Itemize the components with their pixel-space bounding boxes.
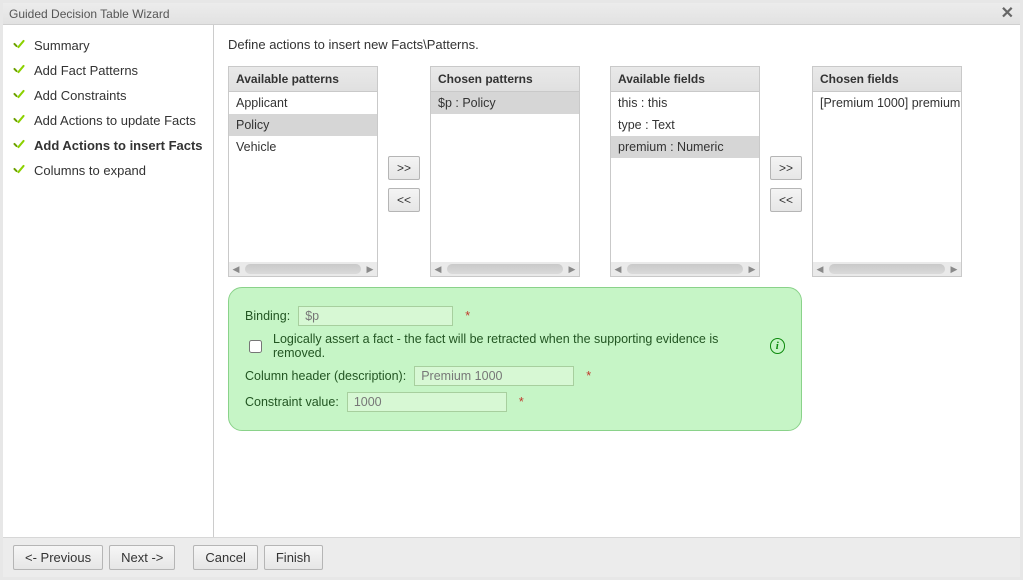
wizard-window: Guided Decision Table Wizard ✕ Summary A…: [0, 0, 1023, 580]
window-title: Guided Decision Table Wizard: [9, 7, 170, 21]
scroll-track[interactable]: [245, 264, 361, 274]
column-header-label: Column header (description):: [245, 369, 406, 383]
available-patterns-list: Available patterns Applicant Policy Vehi…: [228, 66, 378, 277]
required-marker: *: [586, 369, 591, 383]
horizontal-scrollbar[interactable]: ◀ ▶: [431, 262, 579, 276]
wizard-steps-sidebar: Summary Add Fact Patterns Add Constraint…: [3, 25, 213, 537]
info-icon[interactable]: i: [770, 338, 785, 354]
required-marker: *: [519, 395, 524, 409]
scroll-right-icon[interactable]: ▶: [745, 262, 759, 276]
constraint-value-input[interactable]: [347, 392, 507, 412]
scroll-track[interactable]: [447, 264, 563, 274]
finish-button[interactable]: Finish: [264, 545, 323, 570]
check-icon: [13, 65, 27, 77]
required-marker: *: [465, 309, 470, 323]
scroll-left-icon[interactable]: ◀: [229, 262, 243, 276]
step-label: Summary: [34, 38, 90, 53]
step-columns-expand[interactable]: Columns to expand: [11, 158, 205, 183]
check-icon: [13, 90, 27, 102]
scroll-left-icon[interactable]: ◀: [431, 262, 445, 276]
step-summary[interactable]: Summary: [11, 33, 205, 58]
step-add-constraints[interactable]: Add Constraints: [11, 83, 205, 108]
logical-assert-checkbox[interactable]: [249, 340, 262, 353]
check-icon: [13, 165, 27, 177]
scroll-left-icon[interactable]: ◀: [611, 262, 625, 276]
wizard-main-panel: Define actions to insert new Facts\Patte…: [214, 25, 1020, 537]
remove-field-button[interactable]: <<: [770, 188, 802, 212]
close-icon[interactable]: ✕: [1001, 6, 1014, 22]
remove-pattern-button[interactable]: <<: [388, 188, 420, 212]
scroll-track[interactable]: [829, 264, 945, 274]
add-field-button[interactable]: >>: [770, 156, 802, 180]
binding-input[interactable]: [298, 306, 453, 326]
check-icon: [13, 115, 27, 127]
cancel-button[interactable]: Cancel: [193, 545, 257, 570]
list-item[interactable]: this : this: [611, 92, 759, 114]
scroll-right-icon[interactable]: ▶: [565, 262, 579, 276]
pattern-transfer-buttons: >> <<: [388, 156, 420, 212]
scroll-track[interactable]: [627, 264, 743, 274]
list-item[interactable]: [Premium 1000] premium: [813, 92, 961, 114]
available-fields-list: Available fields this : this type : Text…: [610, 66, 760, 277]
list-item[interactable]: Applicant: [229, 92, 377, 114]
chosen-fields-list: Chosen fields [Premium 1000] premium ◀ ▶: [812, 66, 962, 277]
step-label: Add Actions to update Facts: [34, 113, 196, 128]
list-item[interactable]: $p : Policy: [431, 92, 579, 114]
list-header: Chosen patterns: [430, 66, 580, 92]
step-add-actions-update[interactable]: Add Actions to update Facts: [11, 108, 205, 133]
list-header: Available patterns: [228, 66, 378, 92]
list-item[interactable]: premium : Numeric: [611, 136, 759, 158]
step-add-fact-patterns[interactable]: Add Fact Patterns: [11, 58, 205, 83]
previous-button[interactable]: <- Previous: [13, 545, 103, 570]
chosen-patterns-list: Chosen patterns $p : Policy ◀ ▶: [430, 66, 580, 277]
title-bar: Guided Decision Table Wizard ✕: [3, 3, 1020, 25]
column-header-input[interactable]: [414, 366, 574, 386]
action-properties-panel: Binding: * Logically assert a fact - the…: [228, 287, 802, 431]
scroll-right-icon[interactable]: ▶: [947, 262, 961, 276]
horizontal-scrollbar[interactable]: ◀ ▶: [813, 262, 961, 276]
scroll-right-icon[interactable]: ▶: [363, 262, 377, 276]
next-button[interactable]: Next ->: [109, 545, 175, 570]
step-label: Add Actions to insert Facts: [34, 138, 203, 153]
list-item[interactable]: Vehicle: [229, 136, 377, 158]
binding-label: Binding:: [245, 309, 290, 323]
constraint-value-label: Constraint value:: [245, 395, 339, 409]
field-transfer-buttons: >> <<: [770, 156, 802, 212]
add-pattern-button[interactable]: >>: [388, 156, 420, 180]
list-item[interactable]: Policy: [229, 114, 377, 136]
step-add-actions-insert[interactable]: Add Actions to insert Facts: [11, 133, 205, 158]
list-header: Available fields: [610, 66, 760, 92]
step-label: Add Fact Patterns: [34, 63, 138, 78]
horizontal-scrollbar[interactable]: ◀ ▶: [229, 262, 377, 276]
wizard-footer: <- Previous Next -> Cancel Finish: [3, 537, 1020, 577]
step-label: Columns to expand: [34, 163, 146, 178]
list-header: Chosen fields: [812, 66, 962, 92]
check-icon: [13, 40, 27, 52]
check-icon: [13, 140, 27, 152]
list-item[interactable]: type : Text: [611, 114, 759, 136]
scroll-left-icon[interactable]: ◀: [813, 262, 827, 276]
logical-assert-label: Logically assert a fact - the fact will …: [273, 332, 756, 360]
page-instruction: Define actions to insert new Facts\Patte…: [228, 37, 1010, 52]
horizontal-scrollbar[interactable]: ◀ ▶: [611, 262, 759, 276]
step-label: Add Constraints: [34, 88, 127, 103]
